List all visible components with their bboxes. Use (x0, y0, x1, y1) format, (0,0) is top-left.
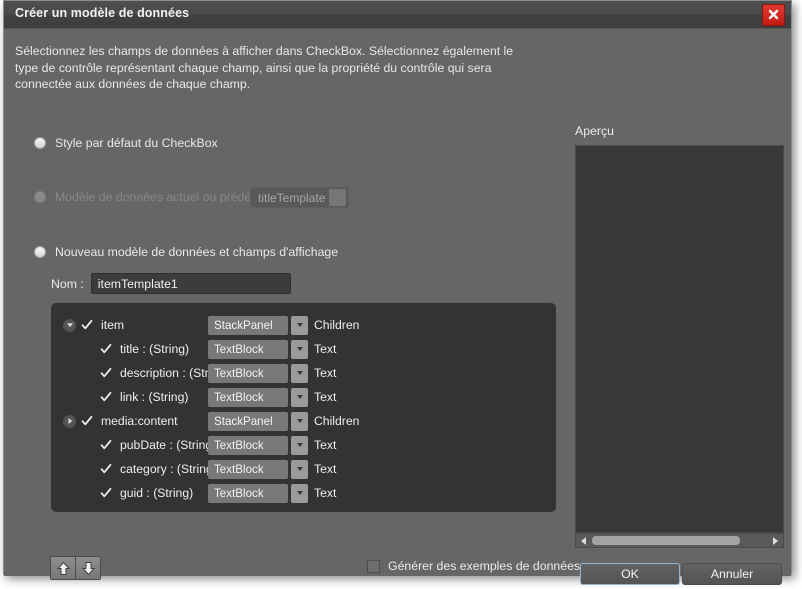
tree-row[interactable]: category : (String) TextBlock Text (51, 457, 556, 481)
tree-row-control-combo[interactable]: StackPanel (208, 315, 288, 335)
tree-row-checkbox[interactable] (100, 367, 112, 379)
tree-row-property: Text (314, 342, 337, 356)
preview-label: Aperçu (575, 124, 614, 138)
tree-row-control-value: TextBlock (214, 366, 264, 380)
preview-surface (575, 145, 784, 533)
tree-row[interactable]: description : (String) TextBlock Text (51, 361, 556, 385)
chevron-down-icon[interactable] (291, 483, 308, 503)
tree-row-field-name: media:content (101, 414, 178, 428)
tree-row-control-value: TextBlock (214, 342, 264, 356)
tree-expander-placeholder (82, 391, 95, 404)
tree-row[interactable]: item StackPanel Children (51, 303, 556, 337)
close-icon[interactable] (762, 4, 785, 26)
tree-row-property: Text (314, 390, 337, 404)
radio-label-existing: Modèle de données actuel ou prédéfini : (55, 190, 274, 204)
chevron-down-icon[interactable] (291, 459, 308, 479)
tree-row-control-combo[interactable]: TextBlock (208, 435, 288, 455)
tree-row-field-name: title : (String) (120, 342, 190, 356)
tree-row-control-combo[interactable]: StackPanel (208, 411, 288, 431)
tree-row[interactable]: guid : (String) TextBlock Text (51, 481, 556, 505)
cancel-button[interactable]: Annuler (682, 563, 782, 585)
tree-row-checkbox[interactable] (100, 487, 112, 499)
tree-row-control-combo[interactable]: TextBlock (208, 339, 288, 359)
existing-template-value: titleTemplate (258, 190, 326, 205)
tree-row-field-name: item (101, 318, 125, 332)
dialog-title: Créer un modèle de données (15, 6, 190, 20)
tree-row-control-value: TextBlock (214, 462, 264, 476)
chevron-down-icon[interactable] (291, 411, 308, 431)
dialog-description: Sélectionnez les champs de données à aff… (15, 44, 514, 91)
tree-row[interactable]: title : (String) TextBlock Text (51, 337, 556, 361)
existing-template-combo[interactable]: titleTemplate (250, 187, 349, 208)
radio-default-style[interactable]: Style par défaut du CheckBox (34, 136, 218, 150)
chevron-down-icon[interactable] (291, 315, 308, 335)
tree-row-property: Text (314, 366, 337, 380)
tree-row-field-name: guid : (String) (120, 486, 194, 500)
tree-expander-placeholder (82, 343, 95, 356)
tree-expander-placeholder (82, 487, 95, 500)
scrollbar-thumb[interactable] (592, 536, 740, 545)
radio-mark-new (34, 246, 46, 258)
generate-sample-data-box (367, 559, 380, 573)
chevron-right-icon[interactable] (63, 414, 76, 428)
chevron-down-icon[interactable] (291, 339, 308, 359)
tree-row-checkbox[interactable] (100, 391, 112, 403)
dialog-titlebar: Créer un modèle de données (4, 1, 791, 29)
tree-row-control-value: StackPanel (214, 414, 273, 428)
chevron-down-icon[interactable] (329, 189, 346, 206)
tree-row-property: Children (314, 414, 360, 428)
tree-row[interactable]: link : (String) TextBlock Text (51, 385, 556, 409)
ok-button[interactable]: OK (580, 563, 680, 585)
tree-row-property: Children (314, 318, 360, 332)
radio-new-template[interactable]: Nouveau modèle de données et champs d'af… (34, 245, 338, 259)
radio-mark-existing (34, 191, 46, 203)
tree-row[interactable]: pubDate : (String) TextBlock Text (51, 433, 556, 457)
tree-row-control-value: TextBlock (214, 390, 264, 404)
name-label: Nom : (51, 276, 84, 291)
arrow-left-icon[interactable] (576, 534, 591, 547)
tree-row-control-combo[interactable]: TextBlock (208, 483, 288, 503)
tree-row-checkbox[interactable] (100, 463, 112, 475)
tree-row-control-value: TextBlock (214, 438, 264, 452)
radio-existing-template[interactable]: Modèle de données actuel ou prédéfini : (34, 190, 274, 204)
chevron-down-icon[interactable] (291, 363, 308, 383)
tree-row-control-combo[interactable]: TextBlock (208, 363, 288, 383)
tree-row-property: Text (314, 438, 337, 452)
tree-row-control-combo[interactable]: TextBlock (208, 459, 288, 479)
tree-row-checkbox[interactable] (100, 343, 112, 355)
tree-row-checkbox[interactable] (81, 319, 93, 331)
tree-expander-placeholder (82, 439, 95, 452)
arrow-down-icon[interactable] (75, 557, 100, 579)
tree-row-control-value: TextBlock (214, 486, 264, 500)
tree-row-checkbox[interactable] (100, 439, 112, 451)
chevron-down-icon[interactable] (291, 435, 308, 455)
tree-row-property: Text (314, 462, 337, 476)
tree-row-field-name: pubDate : (String) (120, 438, 217, 452)
generate-sample-data-checkbox[interactable]: Générer des exemples de données (367, 559, 580, 573)
name-row: Nom : (51, 273, 291, 294)
name-input[interactable] (90, 273, 291, 294)
arrow-right-icon[interactable] (768, 534, 783, 547)
chevron-down-icon[interactable] (291, 387, 308, 407)
tree-row[interactable]: media:content StackPanel Children (51, 409, 556, 433)
tree-row-property: Text (314, 486, 337, 500)
tree-expander-placeholder (82, 463, 95, 476)
move-buttons-group (50, 556, 101, 580)
tree-row-field-name: category : (String) (120, 462, 217, 476)
radio-label-new: Nouveau modèle de données et champs d'af… (55, 245, 339, 259)
arrow-up-icon[interactable] (51, 557, 75, 579)
tree-row-control-value: StackPanel (214, 318, 273, 332)
tree-row-control-combo[interactable]: TextBlock (208, 387, 288, 407)
chevron-down-icon[interactable] (63, 318, 76, 332)
tree-expander-placeholder (82, 367, 95, 380)
create-data-template-dialog: Créer un modèle de données Sélectionnez … (3, 0, 792, 585)
tree-row-checkbox[interactable] (81, 415, 93, 427)
radio-mark-default (34, 137, 46, 149)
tree-row-field-name: link : (String) (120, 390, 189, 404)
generate-sample-data-label: Générer des exemples de données (388, 559, 581, 573)
dialog-body: Sélectionnez les champs de données à aff… (4, 29, 791, 585)
radio-label-default: Style par défaut du CheckBox (55, 136, 218, 150)
preview-horizontal-scrollbar[interactable] (575, 533, 784, 548)
fields-tree[interactable]: item StackPanel Children title : (String) Te… (51, 303, 556, 512)
